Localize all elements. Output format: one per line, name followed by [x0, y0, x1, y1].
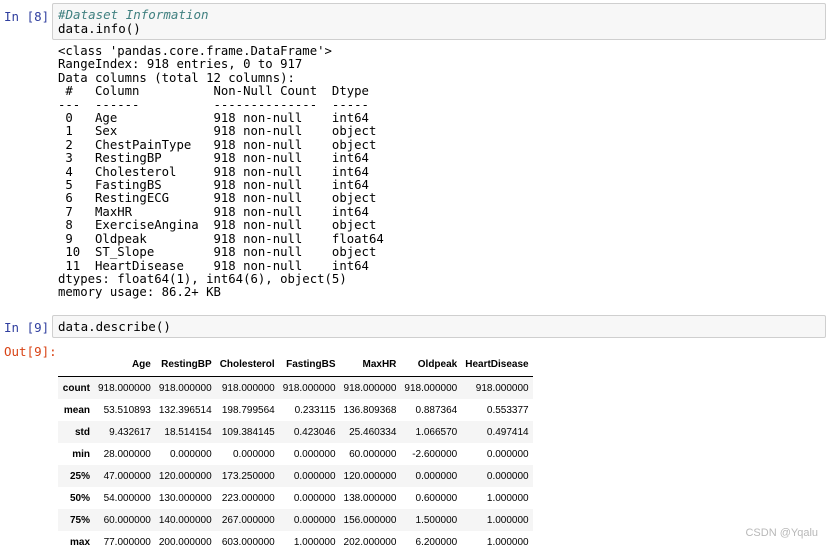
table-cell: 1.000000 — [461, 509, 532, 531]
table-cell: 9.432617 — [94, 421, 155, 443]
table-cell: 130.000000 — [155, 487, 216, 509]
table-cell: 1.500000 — [400, 509, 461, 531]
table-cell: 18.514154 — [155, 421, 216, 443]
row-index-label: min — [58, 443, 94, 465]
table-cell: 136.809368 — [340, 399, 401, 421]
row-index-label: mean — [58, 399, 94, 421]
table-row: min28.0000000.0000000.0000000.00000060.0… — [58, 443, 533, 465]
table-cell: 138.000000 — [340, 487, 401, 509]
index-header — [58, 352, 94, 377]
table-cell: 603.000000 — [216, 531, 279, 553]
code-line: data.describe() — [58, 319, 171, 334]
table-cell: 918.000000 — [94, 377, 155, 400]
table-cell: 0.000000 — [279, 509, 340, 531]
table-row: 50%54.000000130.000000223.0000000.000000… — [58, 487, 533, 509]
table-cell: 0.000000 — [216, 443, 279, 465]
table-cell: 0.233115 — [279, 399, 340, 421]
table-cell: 202.000000 — [340, 531, 401, 553]
table-cell: 918.000000 — [216, 377, 279, 400]
code-input[interactable]: #Dataset Information data.info() — [52, 3, 826, 40]
input-prompt: In [9]: — [4, 320, 52, 335]
column-header: Cholesterol — [216, 352, 279, 377]
column-header: Age — [94, 352, 155, 377]
table-row: max77.000000200.000000603.0000001.000000… — [58, 531, 533, 553]
table-cell: 0.000000 — [279, 465, 340, 487]
watermark: CSDN @Yqalu — [745, 527, 818, 539]
table-cell: 54.000000 — [94, 487, 155, 509]
table-cell: 0.553377 — [461, 399, 532, 421]
table-cell: 0.887364 — [400, 399, 461, 421]
table-cell: 60.000000 — [340, 443, 401, 465]
info-output: <class 'pandas.core.frame.DataFrame'> Ra… — [58, 45, 384, 300]
table-cell: 6.200000 — [400, 531, 461, 553]
column-header: Oldpeak — [400, 352, 461, 377]
code-input[interactable]: data.describe() — [52, 315, 826, 338]
table-cell: 200.000000 — [155, 531, 216, 553]
column-header: HeartDisease — [461, 352, 532, 377]
table-row: 75%60.000000140.000000267.0000000.000000… — [58, 509, 533, 531]
table-row: count918.000000918.000000918.000000918.0… — [58, 377, 533, 400]
table-cell: 0.000000 — [279, 487, 340, 509]
table-cell: 267.000000 — [216, 509, 279, 531]
table-header-row: Age RestingBP Cholesterol FastingBS MaxH… — [58, 352, 533, 377]
table-cell: 109.384145 — [216, 421, 279, 443]
table-cell: 60.000000 — [94, 509, 155, 531]
table-cell: 0.423046 — [279, 421, 340, 443]
table-cell: 918.000000 — [400, 377, 461, 400]
table-cell: 0.000000 — [461, 465, 532, 487]
table-cell: 77.000000 — [94, 531, 155, 553]
code-line: data.info() — [58, 21, 141, 36]
table-cell: 0.600000 — [400, 487, 461, 509]
table-cell: 0.497414 — [461, 421, 532, 443]
table-row: 25%47.000000120.000000173.2500000.000000… — [58, 465, 533, 487]
table-cell: 918.000000 — [155, 377, 216, 400]
row-index-label: max — [58, 531, 94, 553]
row-index-label: std — [58, 421, 94, 443]
table-cell: 0.000000 — [155, 443, 216, 465]
table-cell: 53.510893 — [94, 399, 155, 421]
table-cell: 223.000000 — [216, 487, 279, 509]
table-cell: 0.000000 — [400, 465, 461, 487]
table-cell: 156.000000 — [340, 509, 401, 531]
row-index-label: 25% — [58, 465, 94, 487]
table-cell: 132.396514 — [155, 399, 216, 421]
table-cell: 140.000000 — [155, 509, 216, 531]
column-header: MaxHR — [340, 352, 401, 377]
row-index-label: 75% — [58, 509, 94, 531]
table-cell: 198.799564 — [216, 399, 279, 421]
table-cell: 1.000000 — [461, 487, 532, 509]
table-cell: 120.000000 — [340, 465, 401, 487]
input-prompt: In [8]: — [4, 9, 52, 24]
table-row: mean53.510893132.396514198.7995640.23311… — [58, 399, 533, 421]
row-index-label: 50% — [58, 487, 94, 509]
output-prompt: Out[9]: — [4, 344, 52, 359]
table-cell: 1.000000 — [279, 531, 340, 553]
column-header: FastingBS — [279, 352, 340, 377]
row-index-label: count — [58, 377, 94, 400]
table-cell: 47.000000 — [94, 465, 155, 487]
table-cell: -2.600000 — [400, 443, 461, 465]
table-cell: 25.460334 — [340, 421, 401, 443]
table-cell: 918.000000 — [461, 377, 532, 400]
describe-table: Age RestingBP Cholesterol FastingBS MaxH… — [58, 352, 533, 553]
table-cell: 28.000000 — [94, 443, 155, 465]
table-cell: 1.066570 — [400, 421, 461, 443]
table-cell: 120.000000 — [155, 465, 216, 487]
table-cell: 1.000000 — [461, 531, 532, 553]
table-cell: 918.000000 — [340, 377, 401, 400]
column-header: RestingBP — [155, 352, 216, 377]
table-cell: 0.000000 — [279, 443, 340, 465]
table-row: std9.43261718.514154109.3841450.42304625… — [58, 421, 533, 443]
table-cell: 173.250000 — [216, 465, 279, 487]
table-body: count918.000000918.000000918.000000918.0… — [58, 377, 533, 553]
table-cell: 0.000000 — [461, 443, 532, 465]
table-cell: 918.000000 — [279, 377, 340, 400]
